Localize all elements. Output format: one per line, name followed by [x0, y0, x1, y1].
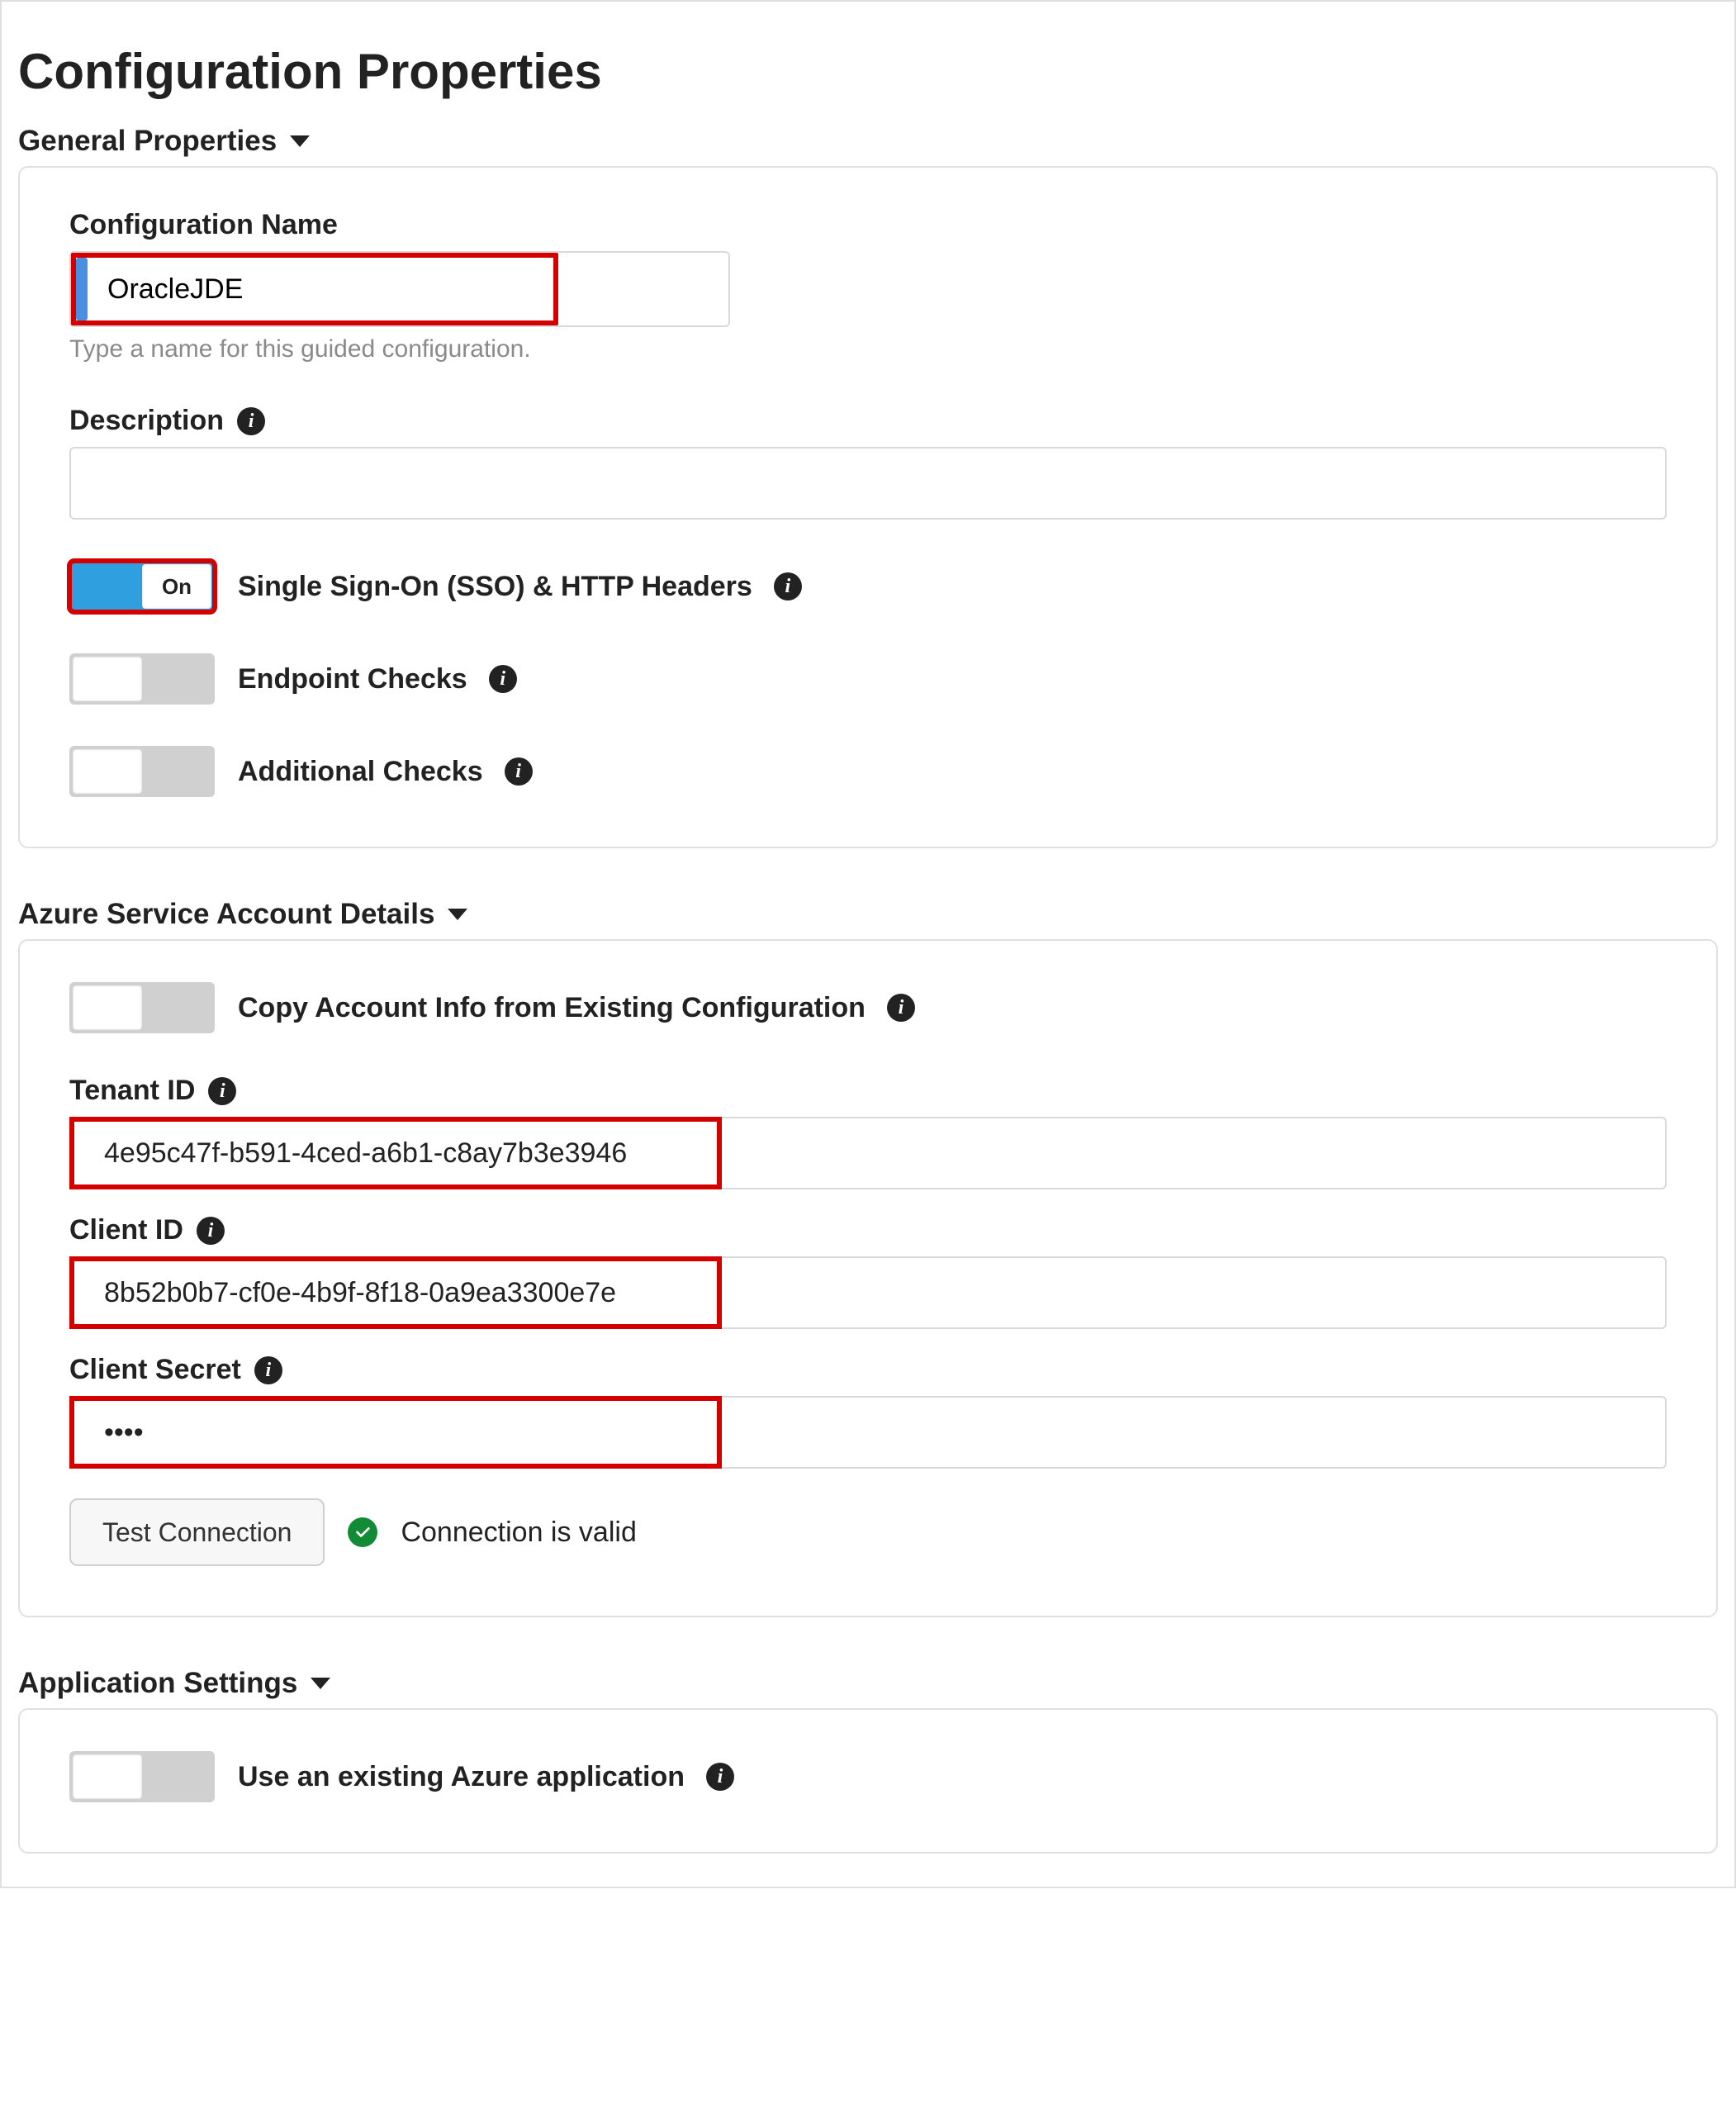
configuration-name-hint: Type a name for this guided configuratio… — [69, 335, 1667, 363]
toggle-additional-checks[interactable] — [69, 746, 215, 797]
description-input[interactable] — [69, 447, 1667, 520]
toggle-use-existing-label: Use an existing Azure application — [238, 1761, 685, 1793]
info-icon[interactable]: i — [237, 407, 265, 435]
panel-general: Configuration Name Type a name for this … — [18, 166, 1718, 848]
description-input-wrap — [69, 447, 1667, 520]
input-required-bar — [76, 258, 88, 320]
label-client-secret-text: Client Secret — [69, 1354, 241, 1386]
toggle-additional-knob — [73, 749, 142, 794]
section-header-app-settings-label: Application Settings — [18, 1667, 297, 1700]
client-secret-input-wrap — [69, 1396, 1667, 1469]
check-circle-icon — [348, 1517, 377, 1547]
toggle-additional-label: Additional Checks — [238, 756, 483, 788]
tenant-id-input[interactable] — [69, 1117, 1667, 1189]
panel-azure: Copy Account Info from Existing Configur… — [18, 939, 1718, 1617]
toggle-use-existing-app[interactable] — [69, 1751, 215, 1802]
label-client-id-text: Client ID — [69, 1214, 183, 1246]
section-header-azure[interactable]: Azure Service Account Details — [18, 898, 1718, 931]
toggle-endpoint-knob — [73, 657, 142, 701]
info-icon[interactable]: i — [505, 757, 533, 786]
tenant-id-input-wrap — [69, 1117, 1667, 1189]
toggle-copy-existing-label: Copy Account Info from Existing Configur… — [238, 992, 866, 1024]
section-header-app-settings[interactable]: Application Settings — [18, 1667, 1718, 1700]
info-icon[interactable]: i — [197, 1217, 225, 1245]
caret-down-icon — [311, 1678, 330, 1689]
client-id-input[interactable] — [69, 1256, 1667, 1329]
toggle-row-sso: On Single Sign-On (SSO) & HTTP Headers i — [69, 561, 1667, 612]
connection-status-text: Connection is valid — [401, 1517, 636, 1549]
toggle-row-additional: Additional Checks i — [69, 746, 1667, 797]
label-tenant-id-text: Tenant ID — [69, 1075, 195, 1107]
caret-down-icon — [448, 909, 467, 920]
toggle-endpoint-checks[interactable] — [69, 653, 215, 705]
toggle-endpoint-label: Endpoint Checks — [238, 663, 467, 695]
info-icon[interactable]: i — [489, 665, 517, 693]
toggle-sso[interactable]: On — [69, 561, 215, 612]
label-tenant-id: Tenant ID i — [69, 1075, 1667, 1107]
label-configuration-name-text: Configuration Name — [69, 209, 338, 241]
toggle-row-endpoint: Endpoint Checks i — [69, 653, 1667, 705]
label-description: Description i — [69, 405, 1667, 437]
label-configuration-name: Configuration Name — [69, 209, 1667, 241]
section-header-azure-label: Azure Service Account Details — [18, 898, 434, 931]
configuration-name-input-wrap — [69, 251, 730, 327]
client-id-input-wrap — [69, 1256, 1667, 1329]
info-icon[interactable]: i — [774, 572, 802, 601]
test-connection-row: Test Connection Connection is valid — [69, 1498, 1667, 1566]
toggle-row-copy-existing: Copy Account Info from Existing Configur… — [69, 982, 1667, 1033]
label-description-text: Description — [69, 405, 224, 437]
info-icon[interactable]: i — [254, 1356, 282, 1384]
section-header-general[interactable]: General Properties — [18, 125, 1718, 158]
toggle-use-existing-knob — [73, 1754, 142, 1799]
page-title: Configuration Properties — [18, 43, 1718, 100]
toggle-sso-label: Single Sign-On (SSO) & HTTP Headers — [238, 571, 752, 603]
toggle-copy-existing-knob — [73, 985, 142, 1030]
configuration-name-input[interactable] — [71, 253, 728, 325]
panel-app-settings: Use an existing Azure application i — [18, 1708, 1718, 1854]
section-header-general-label: General Properties — [18, 125, 277, 158]
caret-down-icon — [290, 135, 310, 147]
label-client-secret: Client Secret i — [69, 1354, 1667, 1386]
test-connection-button[interactable]: Test Connection — [69, 1498, 325, 1566]
info-icon[interactable]: i — [208, 1077, 236, 1105]
page-container: Configuration Properties General Propert… — [0, 0, 1736, 1888]
label-client-id: Client ID i — [69, 1214, 1667, 1246]
info-icon[interactable]: i — [706, 1763, 734, 1791]
toggle-copy-existing[interactable] — [69, 982, 215, 1033]
toggle-row-use-existing: Use an existing Azure application i — [69, 1751, 1667, 1802]
client-secret-input[interactable] — [69, 1396, 1667, 1469]
info-icon[interactable]: i — [887, 994, 915, 1022]
toggle-sso-knob: On — [142, 564, 211, 609]
